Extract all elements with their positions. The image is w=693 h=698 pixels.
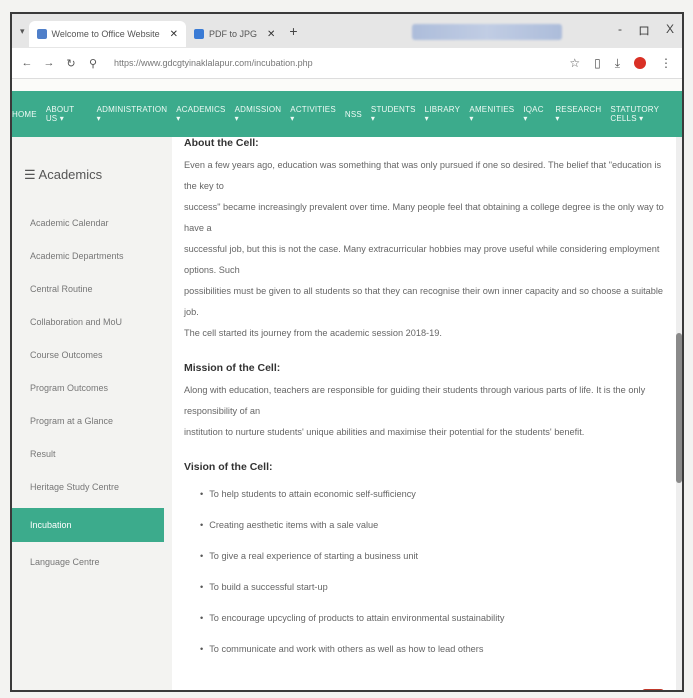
bookmark-star-icon[interactable]: ☆ — [569, 56, 580, 70]
vision-item: Creating aesthetic items with a sale val… — [184, 510, 672, 541]
site-favicon-icon — [36, 29, 47, 39]
spacer — [12, 79, 682, 91]
pdf-favicon-icon — [193, 29, 204, 39]
vision-item: To help students to attain economic self… — [184, 479, 672, 510]
menu-kebab-icon[interactable]: ⋮ — [660, 56, 672, 70]
back-icon[interactable]: ← — [20, 57, 34, 69]
mission-heading: Mission of the Cell: — [184, 362, 281, 374]
mission-line: Along with education, teachers are respo… — [184, 385, 646, 416]
nav-about-us[interactable]: ABOUT US ▾ — [46, 105, 88, 123]
nav-activities[interactable]: ACTIVITIES ▾ — [290, 105, 336, 123]
window-controls: - ロ X — [618, 22, 674, 39]
address-bar: ← → ↻ ⚲ https://www.gdcgtyinaklalapur.co… — [12, 48, 682, 79]
url-field[interactable]: https://www.gdcgtyinaklalapur.com/incuba… — [114, 58, 569, 68]
back-to-top-button[interactable] — [642, 689, 664, 690]
sidebar-item-collaboration-mou[interactable]: Collaboration and MoU — [12, 306, 172, 339]
toolbar-icons: ☆ ▯ ⤓ ⋮ — [569, 56, 672, 71]
blurred-region — [412, 24, 562, 40]
close-tab-icon[interactable]: ✕ — [170, 29, 178, 40]
mission-text: Along with education, teachers are respo… — [184, 380, 672, 443]
new-tab-button[interactable]: + — [289, 23, 297, 39]
mission-line: institution to nurture students' unique … — [184, 427, 585, 437]
tab-pdf-to-jpg[interactable]: PDF to JPG ✕ — [186, 21, 283, 47]
sidebar-item-central-routine[interactable]: Central Routine — [12, 273, 172, 306]
nav-research[interactable]: RESEARCH ▾ — [555, 105, 601, 123]
nav-statutory-cells[interactable]: STATUTORY CELLS ▾ — [610, 105, 682, 123]
page-content: ☰ Academics Academic Calendar Academic D… — [12, 137, 682, 690]
download-icon[interactable]: ⤓ — [615, 56, 620, 71]
extension-icon[interactable] — [634, 57, 646, 69]
mission-section: Mission of the Cell: Along with educatio… — [184, 362, 672, 443]
about-line: successful job, but this is not the case… — [184, 244, 660, 275]
vision-heading: Vision of the Cell: — [184, 461, 273, 473]
tab-list-dropdown-icon[interactable]: ▾ — [20, 26, 25, 37]
sidebar-item-heritage-study-centre[interactable]: Heritage Study Centre — [12, 471, 172, 504]
tab-title: PDF to JPG — [208, 29, 257, 39]
vision-item: To encourage upcycling of products to at… — [184, 603, 672, 634]
nav-home[interactable]: HOME — [12, 110, 37, 119]
about-line: The cell started its journey from the ac… — [184, 328, 442, 338]
browser-tab-bar: ▾ Welcome to Office Website ✕ PDF to JPG… — [12, 14, 682, 48]
sidebar-item-result[interactable]: Result — [12, 438, 172, 471]
nav-nss[interactable]: NSS — [345, 110, 362, 119]
screenshot-frame: ▾ Welcome to Office Website ✕ PDF to JPG… — [10, 12, 684, 692]
sidebar-item-program-outcomes[interactable]: Program Outcomes — [12, 372, 172, 405]
nav-amenities[interactable]: AMENITIES ▾ — [469, 105, 514, 123]
nav-students[interactable]: STUDENTS ▾ — [371, 105, 416, 123]
vision-item: To communicate and work with others as w… — [184, 634, 672, 665]
site-info-icon[interactable]: ⚲ — [86, 57, 100, 70]
tab-welcome[interactable]: Welcome to Office Website ✕ — [28, 21, 186, 47]
vision-item: To build a successful start-up — [184, 572, 672, 603]
nav-library[interactable]: LIBRARY ▾ — [425, 105, 461, 123]
sidebar-item-academic-departments[interactable]: Academic Departments — [12, 240, 172, 273]
sidebar-item-incubation[interactable]: Incubation — [12, 508, 164, 542]
sidebar: ☰ Academics Academic Calendar Academic D… — [12, 137, 172, 690]
nav-iqac[interactable]: IQAC ▾ — [523, 105, 546, 123]
about-text: Even a few years ago, education was some… — [184, 155, 672, 344]
site-main-nav: HOME ABOUT US ▾ ADMINISTRATION ▾ ACADEMI… — [12, 91, 682, 137]
about-line: Even a few years ago, education was some… — [184, 160, 662, 191]
sidebar-item-language-centre[interactable]: Language Centre — [12, 546, 172, 579]
scrollbar-thumb[interactable] — [676, 333, 682, 483]
reload-icon[interactable]: ↻ — [64, 57, 78, 70]
close-tab-icon[interactable]: ✕ — [267, 29, 275, 40]
about-section: About the Cell: Even a few years ago, ed… — [184, 137, 672, 344]
nav-academics[interactable]: ACADEMICS ▾ — [176, 105, 225, 123]
vision-list: To help students to attain economic self… — [184, 479, 672, 665]
nav-administration[interactable]: ADMINISTRATION ▾ — [97, 105, 168, 123]
nav-admission[interactable]: ADMISSION ▾ — [235, 105, 282, 123]
vision-item: To give a real experience of starting a … — [184, 541, 672, 572]
tab-title: Welcome to Office Website — [51, 29, 160, 39]
close-window-button[interactable]: X — [666, 22, 674, 39]
sidebar-title[interactable]: ☰ Academics — [24, 167, 172, 183]
sidebar-item-academic-calendar[interactable]: Academic Calendar — [12, 207, 172, 240]
minimize-button[interactable]: - — [618, 22, 622, 39]
about-line: success" became increasingly prevalent o… — [184, 202, 664, 233]
sidebar-item-course-outcomes[interactable]: Course Outcomes — [12, 339, 172, 372]
about-line: possibilities must be given to all stude… — [184, 286, 664, 317]
sidebar-item-program-at-a-glance[interactable]: Program at a Glance — [12, 405, 172, 438]
forward-icon[interactable]: → — [42, 57, 56, 69]
reading-mode-icon[interactable]: ▯ — [594, 56, 601, 70]
vision-section: Vision of the Cell: To help students to … — [184, 461, 672, 665]
maximize-button[interactable]: ロ — [638, 22, 650, 39]
about-heading: About the Cell: — [184, 137, 259, 149]
main-article: About the Cell: Even a few years ago, ed… — [172, 137, 682, 690]
